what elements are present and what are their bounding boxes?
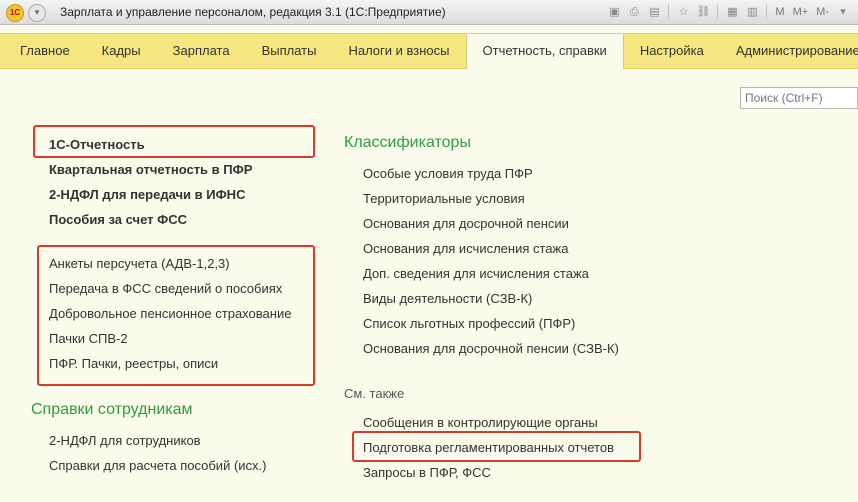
link-osnovaniya-dosrochnoy-pensii-szvk[interactable]: Основания для досрочной пенсии (СЗВ-К)	[363, 341, 619, 356]
link-icon[interactable]: ⛓	[694, 3, 712, 21]
memory-mminus-button[interactable]: M-	[813, 3, 832, 21]
highlight-box-podgotovka	[352, 431, 641, 462]
app-logo-icon: 1С	[6, 4, 24, 22]
link-spravki-rascheta-posobiy[interactable]: Справки для расчета пособий (исх.)	[49, 458, 266, 473]
tab-otchetnost-spravki[interactable]: Отчетность, справки	[465, 34, 624, 69]
link-vidy-deyatelnosti[interactable]: Виды деятельности (СЗВ-К)	[363, 291, 532, 306]
link-zaprosy-pfr-fss[interactable]: Запросы в ПФР, ФСС	[363, 465, 491, 480]
window-toolbar: ▣ ⎙ ▤ ☆ ⛓ ▦ ▥ M M+ M- ▾	[605, 3, 852, 21]
save-icon[interactable]: ▣	[605, 3, 623, 21]
link-2ndfl-ifns[interactable]: 2-НДФЛ для передачи в ИФНС	[49, 187, 245, 202]
link-dop-svedeniya-stazha[interactable]: Доп. сведения для исчисления стажа	[363, 266, 589, 281]
tab-zarplata[interactable]: Зарплата	[157, 34, 246, 68]
highlight-box-left-links	[37, 245, 315, 386]
window-title: Зарплата и управление персоналом, редакц…	[60, 5, 446, 19]
tab-nastroyka[interactable]: Настройка	[624, 34, 720, 68]
print-icon[interactable]: ⎙	[625, 3, 643, 21]
tab-glavnoe[interactable]: Главное	[0, 34, 86, 68]
tab-administrirovanie[interactable]: Администрирование	[720, 34, 858, 68]
link-soobshcheniya-kontroliruyushchie[interactable]: Сообщения в контролирующие органы	[363, 415, 598, 430]
tab-kadry[interactable]: Кадры	[86, 34, 157, 68]
link-posobiya-fss[interactable]: Пособия за счет ФСС	[49, 212, 187, 227]
calendar-icon[interactable]: ▥	[743, 3, 761, 21]
memory-mplus-button[interactable]: M+	[790, 3, 812, 21]
window-menu-icon[interactable]: ▾	[834, 3, 852, 21]
toolbar-separator	[717, 4, 719, 20]
search-input[interactable]	[740, 87, 858, 109]
see-also-label: См. также	[344, 386, 405, 401]
print-preview-icon[interactable]: ▤	[645, 3, 663, 21]
classifiers-heading: Классификаторы	[344, 134, 471, 151]
link-osnovaniya-dosrochnoy-pensii[interactable]: Основания для досрочной пенсии	[363, 216, 569, 231]
main-menu-button[interactable]: ▾	[28, 4, 46, 22]
link-2ndfl-sotrudnikam[interactable]: 2-НДФЛ для сотрудников	[49, 433, 201, 448]
tab-vyplaty[interactable]: Выплаты	[246, 34, 333, 68]
spravki-heading: Справки сотрудникам	[31, 401, 193, 418]
highlight-box-1c-otchetnost	[33, 125, 315, 158]
link-territorialnye-usloviya[interactable]: Территориальные условия	[363, 191, 525, 206]
toolbar-separator	[766, 4, 768, 20]
link-spisok-lgotnyh-professiy[interactable]: Список льготных профессий (ПФР)	[363, 316, 575, 331]
link-kvartalnaya-otchetnost-pfr[interactable]: Квартальная отчетность в ПФР	[49, 162, 252, 177]
toolbar-separator	[668, 4, 670, 20]
spreadsheet-icon[interactable]: ▦	[723, 3, 741, 21]
link-osobye-usloviya-truda[interactable]: Особые условия труда ПФР	[363, 166, 533, 181]
sections-panel: Главное Кадры Зарплата Выплаты Налоги и …	[0, 33, 858, 69]
tab-nalogi-i-vznosy[interactable]: Налоги и взносы	[332, 34, 465, 68]
link-osnovaniya-stazha[interactable]: Основания для исчисления стажа	[363, 241, 568, 256]
favorite-star-icon[interactable]: ☆	[674, 3, 692, 21]
title-bar: 1С ▾ Зарплата и управление персоналом, р…	[0, 0, 858, 25]
memory-m-button[interactable]: M	[772, 3, 787, 21]
